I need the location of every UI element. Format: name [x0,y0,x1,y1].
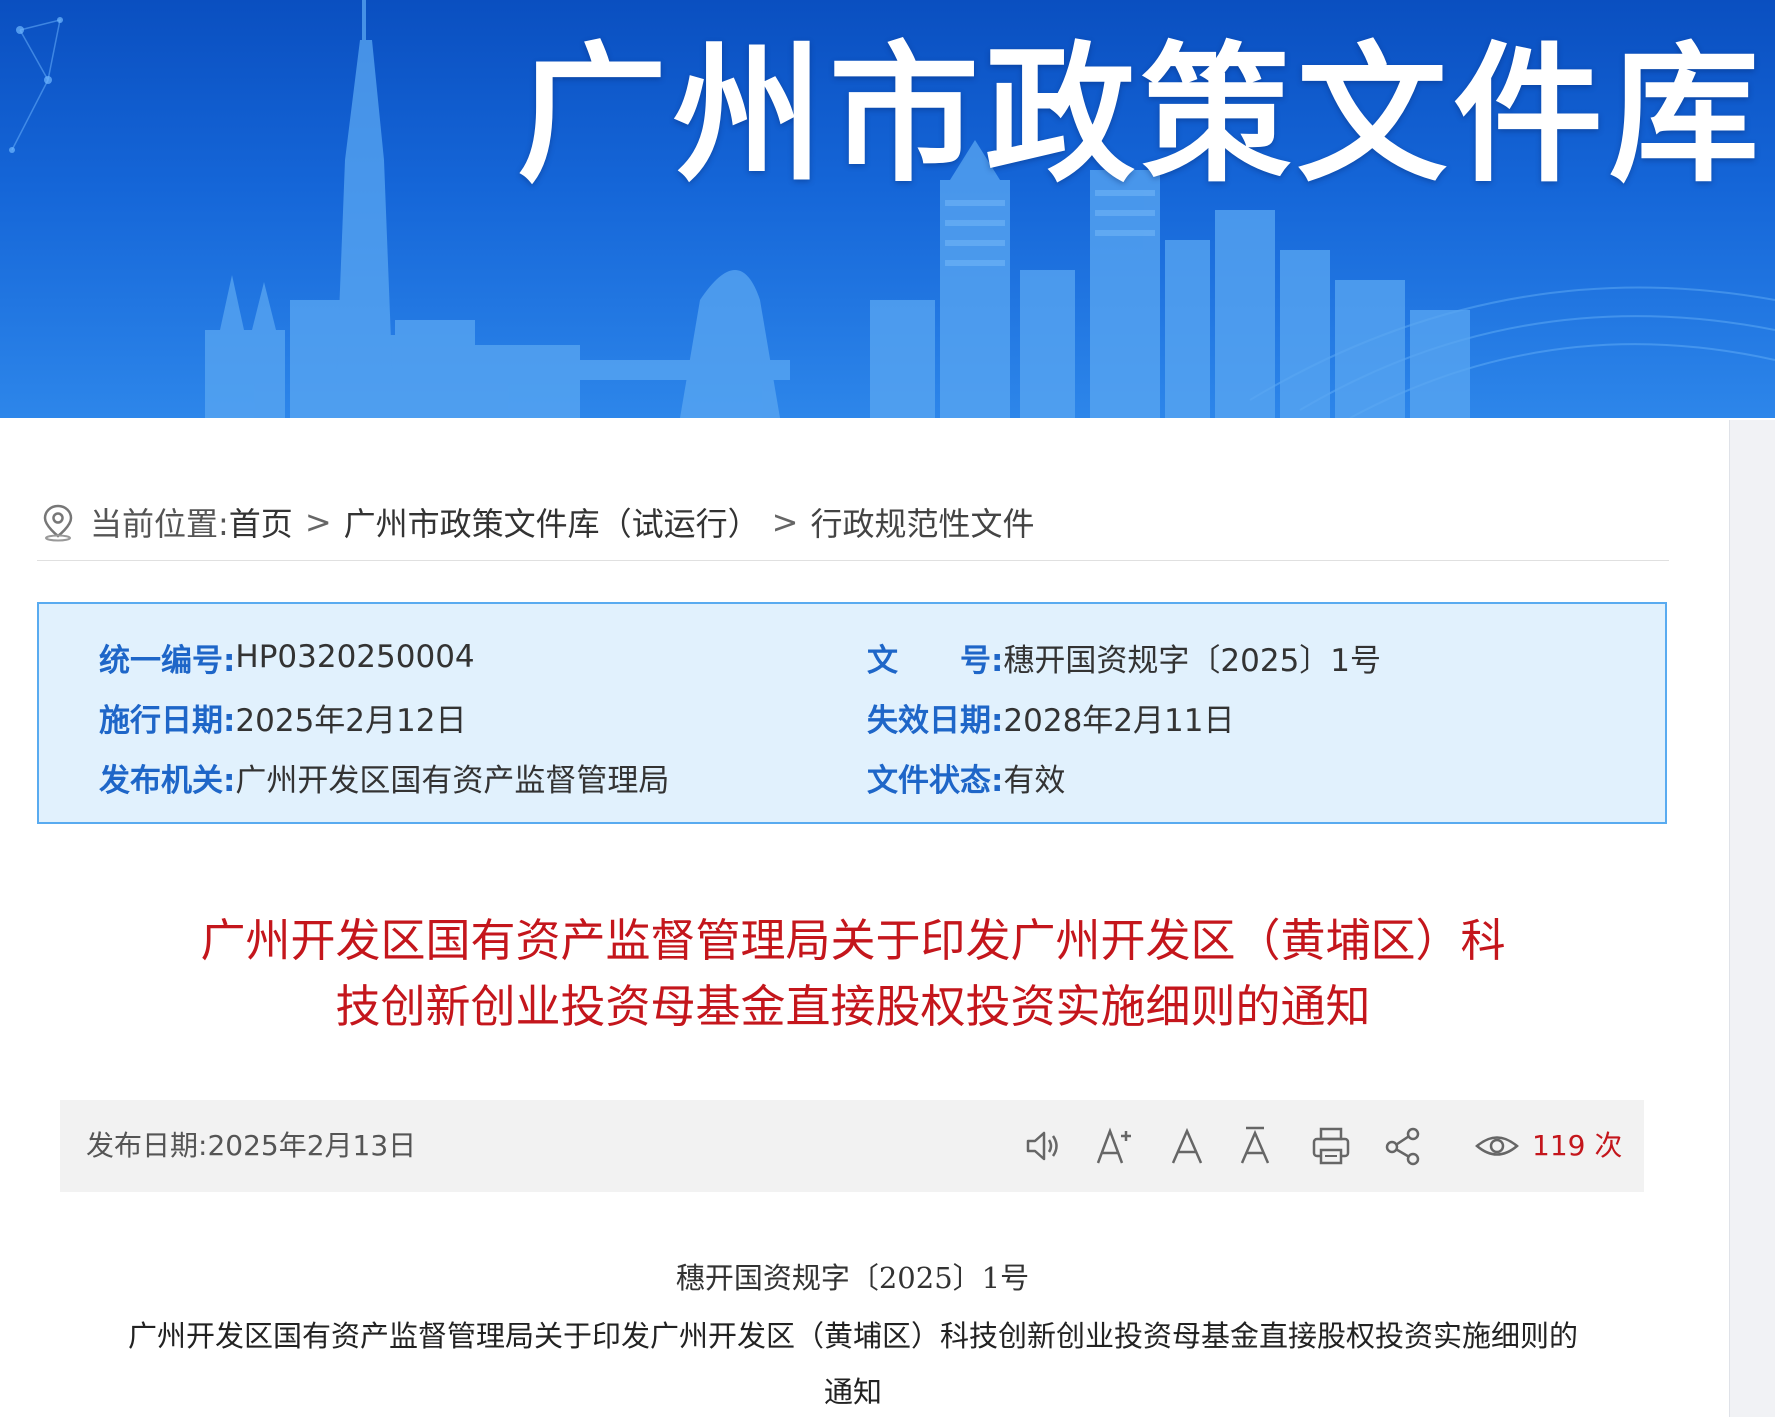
banner-title: 广州市政策文件库 [516,27,1765,203]
font-increase-icon [1096,1127,1131,1164]
document-info-panel: 统一编号: HP0320250004 文 号: 穗开国资规字〔2025〕1号 施… [37,602,1667,824]
font-decrease-button[interactable] [1236,1123,1282,1169]
body-title: 广州开发区国有资产监督管理局关于印发广州开发区（黄埔区）科技创新创业投资母基金直… [38,1308,1668,1420]
body-title-line-1: 广州开发区国有资产监督管理局关于印发广州开发区（黄埔区）科技创新创业投资母基金直… [127,1319,1578,1353]
font-default-button[interactable] [1164,1123,1210,1169]
breadcrumb: 当前位置: 首页 > 广州市政策文件库（试运行） > 行政规范性文件 [40,498,1670,546]
view-count-value: 119 [1532,1129,1586,1162]
font-default-icon [1171,1127,1203,1164]
header-banner: 广州市政策文件库 [0,0,1775,418]
eye-icon [1475,1136,1519,1156]
print-icon [1312,1127,1350,1165]
document-title-line-1: 广州开发区国有资产监督管理局关于印发广州开发区（黄埔区）科 [200,914,1506,967]
view-count-unit: 次 [1594,1129,1623,1162]
document-title: 广州开发区国有资产监督管理局关于印发广州开发区（黄埔区）科 技创新创业投资母基金… [80,908,1626,1040]
view-count: 119 次 [1532,1100,1622,1192]
location-pin-icon [43,504,73,542]
document-number-value: 穗开国资规字〔2025〕1号 [1003,642,1382,679]
issuer-value: 广州开发区国有资产监督管理局 [235,762,670,799]
speaker-icon [1026,1131,1058,1161]
share-button[interactable] [1380,1123,1426,1169]
effective-date-row: 施行日期: 2025年2月12日 [99,695,466,739]
breadcrumb-category-link[interactable]: 行政规范性文件 [810,499,1034,545]
status-value: 有效 [1003,762,1066,799]
meta-toolbar: 发布日期:2025年2月13日 119 次 [60,1100,1644,1192]
breadcrumb-policy-library-link[interactable]: 广州市政策文件库（试运行） [344,499,760,545]
body-title-line-2: 通知 [823,1375,882,1409]
breadcrumb-divider [37,560,1669,561]
expiry-date-row: 失效日期: 2028年2月11日 [867,695,1234,739]
expiry-date-label: 失效日期: [867,702,1004,739]
breadcrumb-label: 当前位置: [90,505,229,543]
read-aloud-button[interactable] [1020,1123,1066,1169]
unified-number-label: 统一编号: [99,642,236,679]
document-number-label: 文 号: [867,642,1004,679]
issuer-row: 发布机关: 广州开发区国有资产监督管理局 [99,755,669,799]
breadcrumb-separator: > [771,503,799,541]
breadcrumb-separator: > [304,503,332,541]
effective-date-value: 2025年2月12日 [235,702,467,739]
font-decrease-icon [1240,1126,1270,1164]
unified-number-value: HP0320250004 [235,639,475,675]
status-label: 文件状态: [867,762,1004,799]
view-count-indicator [1474,1123,1520,1169]
print-button[interactable] [1308,1123,1354,1169]
breadcrumb-home-link[interactable]: 首页 [229,499,293,545]
effective-date-label: 施行日期: [99,702,236,739]
body-document-number: 穗开国资规字〔2025〕1号 [675,1261,1030,1295]
expiry-date-value: 2028年2月11日 [1003,702,1235,739]
share-icon [1385,1127,1420,1166]
font-increase-button[interactable] [1092,1123,1138,1169]
issuer-label: 发布机关: [99,762,236,799]
unified-number-row: 统一编号: HP0320250004 [99,635,475,679]
document-title-line-2: 技创新创业投资母基金直接股权投资实施细则的通知 [335,980,1371,1033]
document-number-row: 文 号: 穗开国资规字〔2025〕1号 [867,635,1381,679]
right-scroll-area [1729,420,1775,1417]
status-row: 文件状态: 有效 [867,755,1065,799]
